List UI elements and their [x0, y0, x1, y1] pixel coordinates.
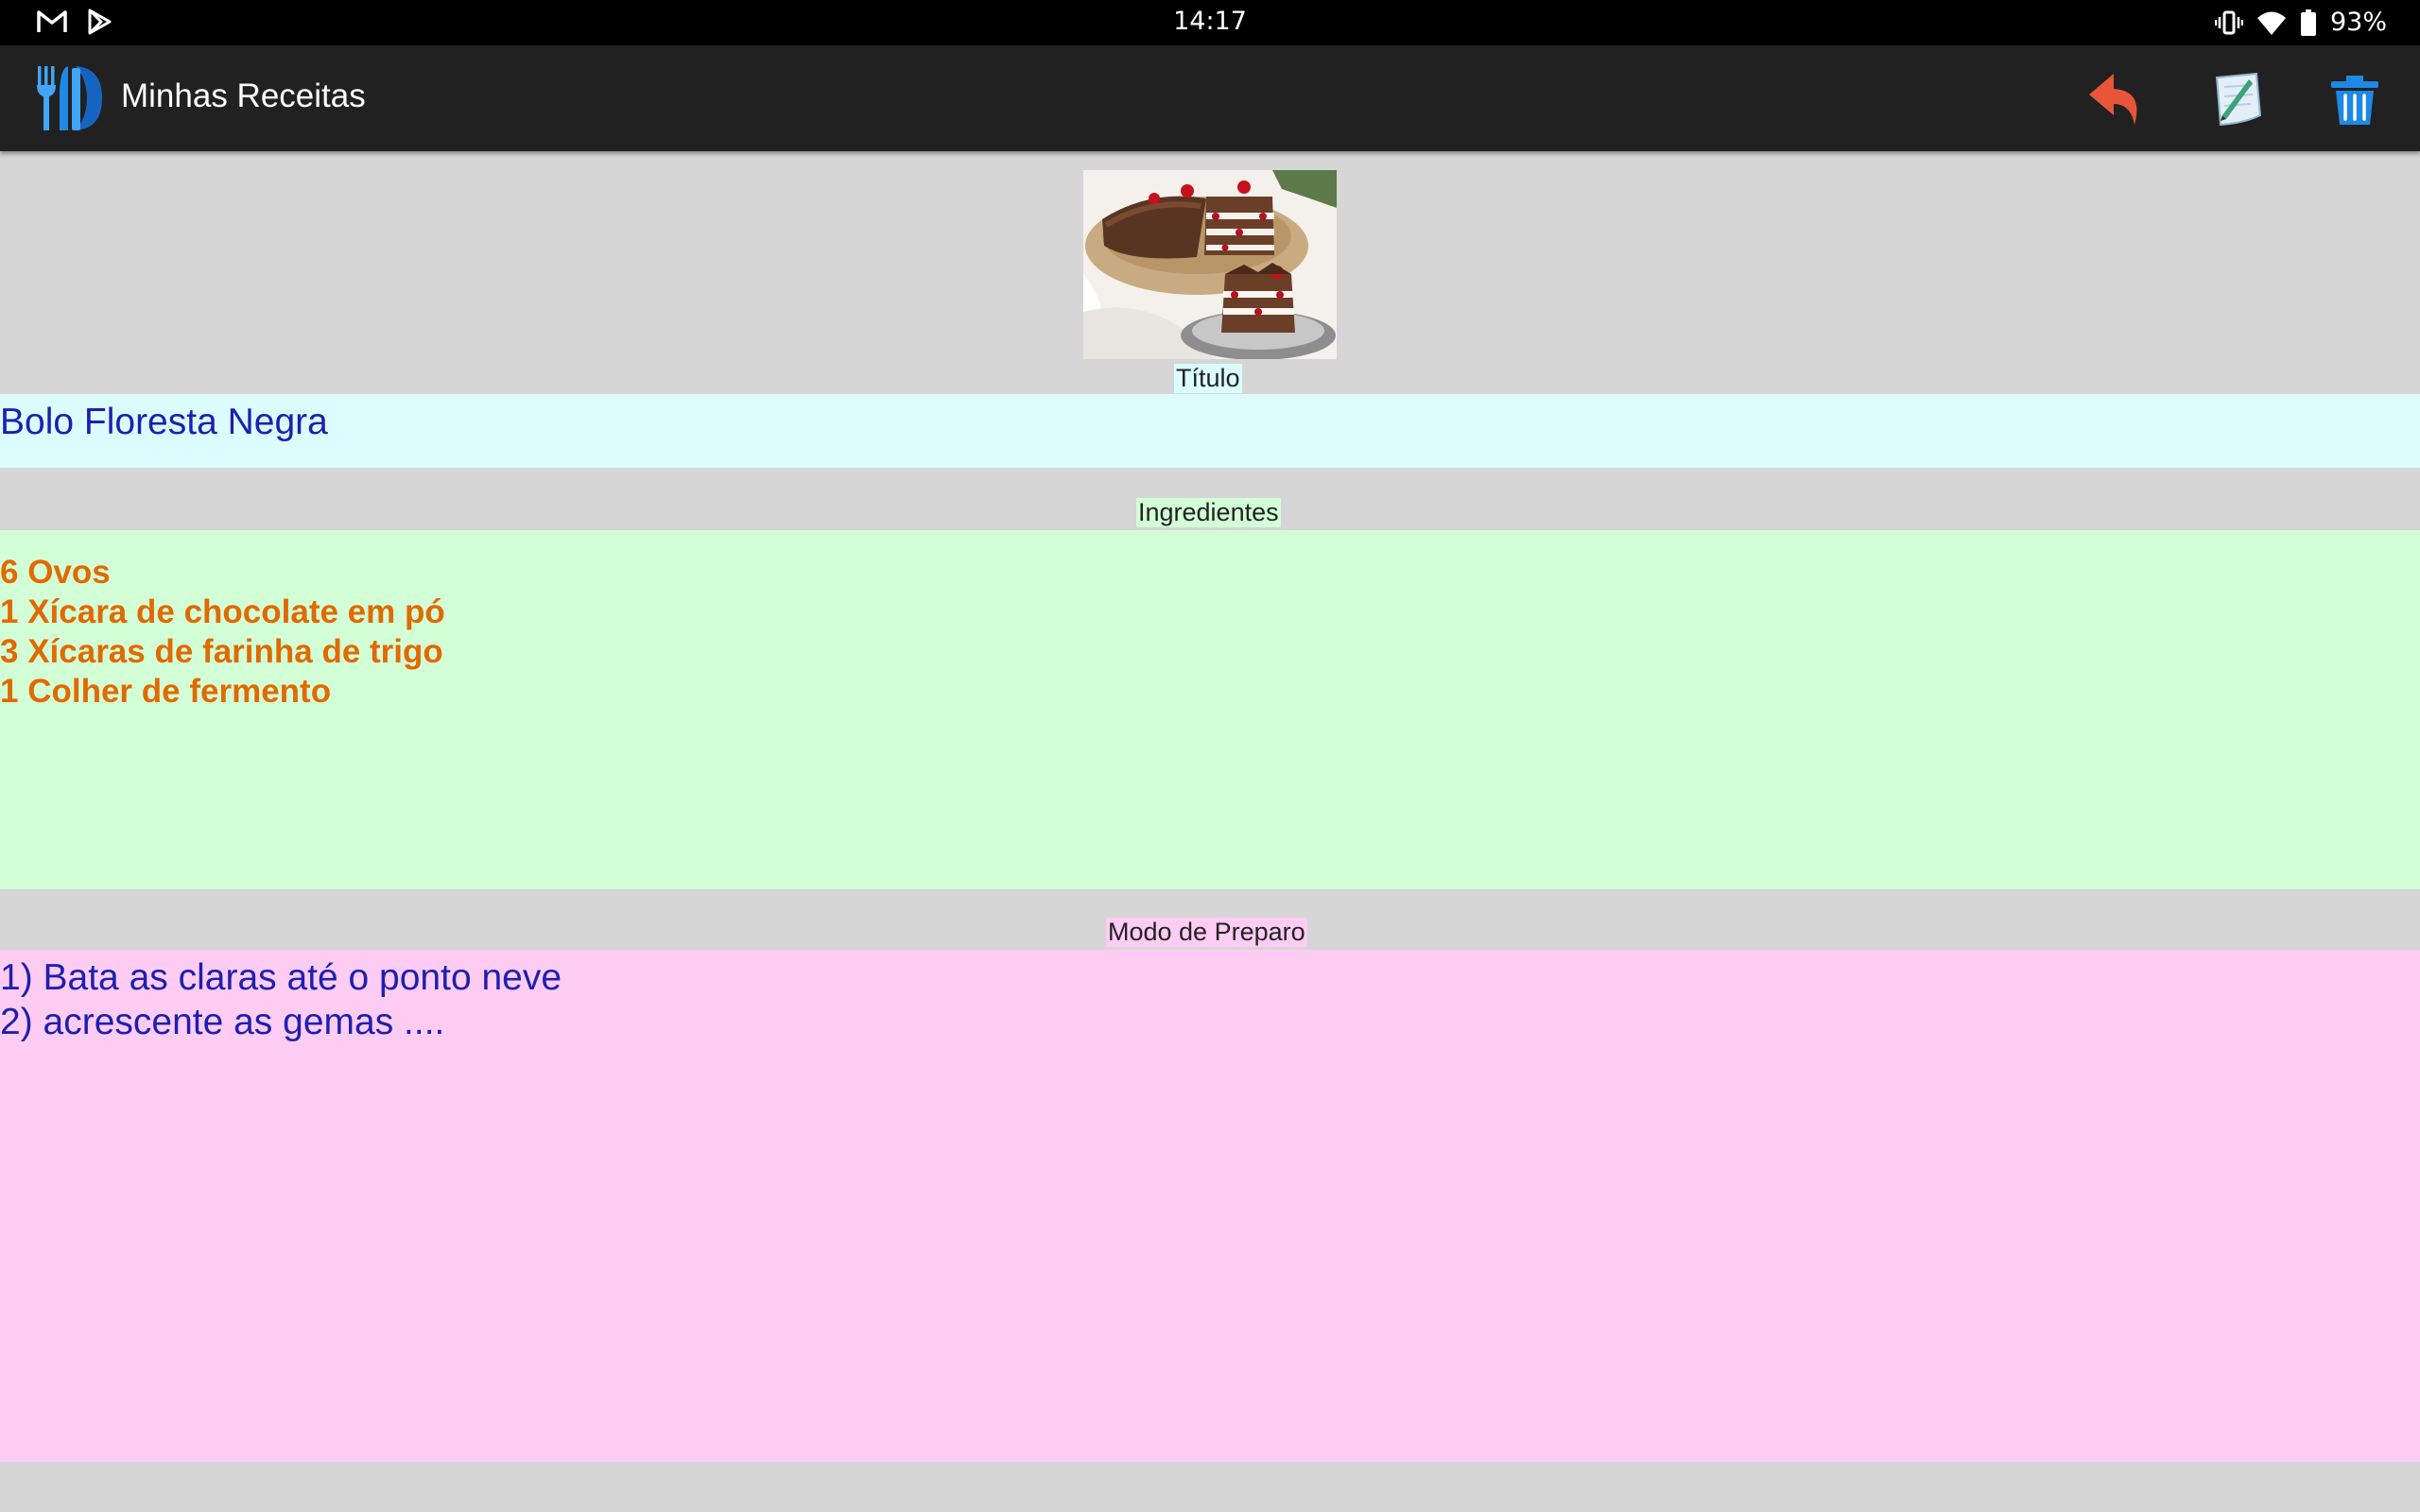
- edit-note-icon: [2215, 72, 2262, 127]
- preparation-step: 2) acrescente as gemas ....: [0, 1002, 445, 1042]
- ingredients-label: Ingredientes: [1136, 498, 1281, 527]
- app-title: Minhas Receitas: [121, 77, 366, 114]
- app-logo-icon: [37, 66, 102, 130]
- wifi-icon: [2256, 11, 2286, 35]
- ingredient-item: 1 Xícara de chocolate em pó: [0, 593, 445, 630]
- preparation-step: 1) Bata as claras até o ponto neve: [0, 957, 562, 998]
- undo-button[interactable]: [2083, 66, 2150, 132]
- battery-icon: [2300, 9, 2316, 36]
- vibrate-icon: [2214, 10, 2243, 34]
- title-label: Título: [1174, 364, 1242, 393]
- app-toolbar: Minhas Receitas: [0, 45, 2420, 151]
- cake-image: [1083, 170, 1337, 359]
- ingredients-field[interactable]: 6 Ovos 1 Xícara de chocolate em pó 3 Xíc…: [0, 530, 2420, 889]
- preparation-field[interactable]: 1) Bata as claras até o ponto neve 2) ac…: [0, 950, 2420, 1462]
- ingredient-item: 3 Xícaras de farinha de trigo: [0, 633, 443, 670]
- delete-button[interactable]: [2322, 66, 2388, 132]
- trash-icon: [2331, 76, 2378, 125]
- preparation-label: Modo de Preparo: [1106, 918, 1307, 947]
- battery-percent: 93%: [2329, 8, 2387, 37]
- preparation-list: 1) Bata as claras até o ponto neve 2) ac…: [0, 955, 562, 1044]
- ingredient-item: 6 Ovos: [0, 554, 111, 591]
- status-bar: 14:17 93%: [0, 0, 2420, 45]
- undo-icon: [2089, 74, 2137, 125]
- ingredients-list: 6 Ovos 1 Xícara de chocolate em pó 3 Xíc…: [0, 553, 445, 712]
- title-field[interactable]: Bolo Floresta Negra: [0, 394, 2420, 468]
- title-value: Bolo Floresta Negra: [0, 402, 328, 442]
- system-icons: 93%: [2214, 8, 2387, 37]
- clock: 14:17: [1173, 7, 1247, 36]
- edit-button[interactable]: [2204, 66, 2270, 132]
- ingredient-item: 1 Colher de fermento: [0, 673, 332, 710]
- recipe-photo[interactable]: [1083, 170, 1337, 359]
